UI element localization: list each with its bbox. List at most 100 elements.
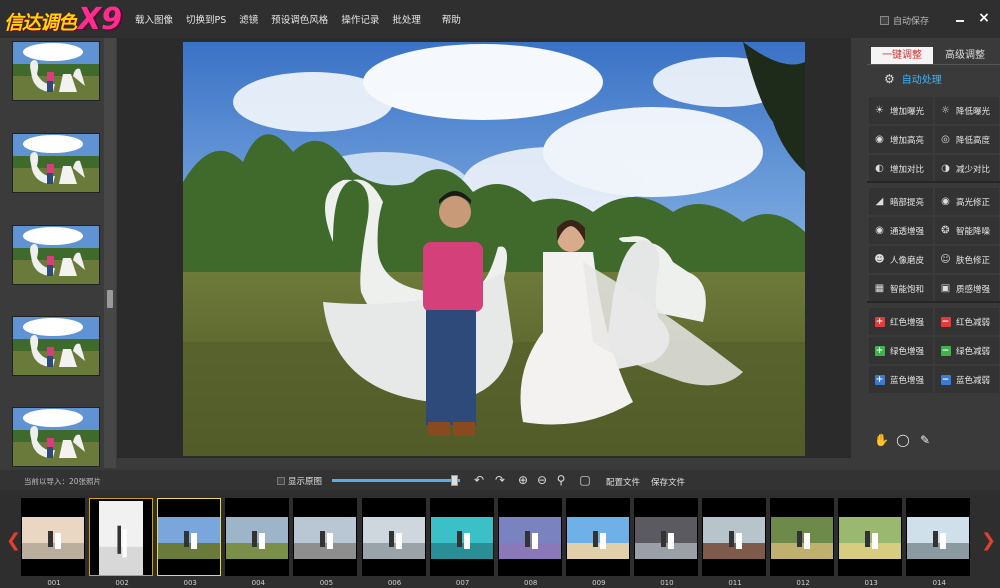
zoom-fit-icon[interactable]: ⚲ [554, 473, 568, 487]
filmstrip-prev-icon[interactable]: ❮ [6, 532, 21, 550]
adjust-button-19[interactable]: + 蓝色增强 [869, 366, 933, 393]
thumbnail-image [13, 408, 99, 466]
left-thumbnail[interactable] [12, 407, 100, 467]
tab-one-click-adjust[interactable]: 一键调整 [871, 47, 933, 64]
plus-icon: + [874, 374, 885, 385]
adjust-button-17[interactable]: + 绿色增强 [869, 337, 933, 364]
menu-load-image[interactable]: 载入图像 [135, 12, 173, 26]
adjust-button-4[interactable]: ◎ 降低高度 [935, 126, 999, 153]
left-thumbnail[interactable] [12, 225, 100, 285]
adjust-button-8[interactable]: ◉ 高光修正 [935, 188, 999, 215]
menu-preset-style[interactable]: 预设调色风格 [271, 12, 328, 26]
hand-icon[interactable]: ✋ [874, 433, 889, 447]
zoom-slider[interactable] [332, 479, 460, 482]
adjust-button-9[interactable]: ◉ 通透增强 [869, 217, 933, 244]
autosave-toggle[interactable]: 自动保存 [880, 14, 929, 27]
autosave-checkbox[interactable] [880, 16, 889, 25]
config-file-button[interactable]: 配置文件 [606, 476, 640, 488]
saturation-icon: ▦ [874, 283, 885, 294]
filmstrip-item[interactable]: 004 [225, 498, 290, 587]
adjust-button-20[interactable]: − 蓝色减弱 [935, 366, 999, 393]
adjust-button-3[interactable]: ◉ 增加高亮 [869, 126, 933, 153]
zoom-slider-knob[interactable] [450, 475, 458, 486]
adjust-button-7[interactable]: ◢ 暗部提亮 [869, 188, 933, 215]
tab-advanced-adjust[interactable]: 高级调整 [934, 47, 996, 64]
adjust-button-14[interactable]: ▣ 质感增强 [935, 275, 999, 302]
redo-icon[interactable]: ↷ [493, 473, 507, 487]
show-original-toggle[interactable]: 显示原图 [277, 475, 322, 487]
skin-icon: ☺ [940, 254, 951, 265]
left-thumbnail[interactable] [12, 133, 100, 193]
left-thumbnail[interactable] [12, 41, 100, 101]
left-scrollbar[interactable] [104, 38, 116, 468]
menu-history[interactable]: 操作记录 [341, 12, 379, 26]
autosave-label: 自动保存 [893, 17, 930, 27]
adjust-button-5[interactable]: ◐ 增加对比 [869, 155, 933, 182]
film-image [771, 517, 834, 559]
filmstrip-item[interactable]: 001 [21, 498, 85, 587]
logo-text: 信达调色 [4, 12, 77, 34]
filmstrip-item[interactable]: 014 [906, 498, 971, 587]
filmstrip-item[interactable]: 008 [497, 498, 562, 587]
menu-batch[interactable]: 批处理 [392, 12, 421, 26]
adjust-button-11[interactable]: ☻ 人像磨皮 [869, 246, 933, 273]
filmstrip-number: 010 [660, 579, 674, 587]
left-scrollbar-thumb[interactable] [107, 290, 113, 308]
undo-icon[interactable]: ↶ [472, 473, 486, 487]
thumbnail-image [13, 42, 99, 100]
adjust-button-13[interactable]: ▦ 智能饱和 [869, 275, 933, 302]
show-original-checkbox[interactable] [277, 477, 285, 485]
filmstrip-number: 002 [115, 579, 129, 587]
adjust-button-15[interactable]: + 红色增强 [869, 308, 933, 335]
zoom-in-icon[interactable]: ⊕ [516, 473, 530, 487]
filmstrip-item[interactable]: 005 [293, 498, 358, 587]
filmstrip-item[interactable]: 013 [838, 498, 903, 587]
adjust-button-6[interactable]: ◑ 减少对比 [935, 155, 999, 182]
adjust-button-label: 增加曝光 [890, 106, 925, 117]
filmstrip-item[interactable]: 002 [89, 498, 154, 587]
adjust-button-label: 绿色减弱 [956, 346, 991, 357]
adjust-button-1[interactable]: ☀ 增加曝光 [869, 97, 933, 124]
adjust-button-16[interactable]: − 红色减弱 [935, 308, 999, 335]
plus-icon: + [874, 316, 885, 327]
filmstrip-thumbnail [294, 517, 357, 559]
auto-process-button[interactable]: ⚙ 自动处理 [884, 71, 942, 87]
filmstrip-number: 006 [387, 579, 402, 587]
compare-icon[interactable]: ▢ [578, 473, 592, 487]
filmstrip-thumbnail [703, 517, 765, 559]
filmstrip-item[interactable]: 007 [429, 498, 494, 587]
filmstrip-item[interactable]: 003 [157, 498, 222, 587]
filmstrip-item[interactable]: 009 [565, 498, 630, 587]
contrast-icon: ◐ [875, 163, 884, 174]
thumbnail-caption-bar [13, 375, 100, 376]
left-thumbnail[interactable] [12, 316, 100, 376]
adjust-button-label: 增加高亮 [890, 135, 925, 146]
brush-icon[interactable]: ✎ [918, 433, 932, 447]
adjust-button-label: 降低高度 [956, 135, 991, 146]
film-image [99, 501, 144, 575]
main-photo[interactable] [183, 42, 805, 456]
minimize-button[interactable] [954, 12, 966, 26]
lasso-icon[interactable]: ◯ [896, 433, 910, 447]
menu-switch-ps[interactable]: 切换到PS [186, 12, 226, 26]
filmstrip-number: 008 [524, 579, 538, 587]
menu-help[interactable]: 帮助 [442, 12, 461, 26]
thumbnail-image [13, 317, 99, 375]
adjust-button-label: 绿色增强 [890, 346, 925, 357]
texture-icon: ▣ [940, 283, 951, 294]
menu-filter[interactable]: 滤镜 [239, 12, 258, 26]
zoom-out-icon[interactable]: ⊖ [535, 473, 549, 487]
adjust-button-18[interactable]: − 绿色减弱 [935, 337, 999, 364]
canvas-scrollbar[interactable] [851, 38, 867, 458]
save-file-button[interactable]: 保存文件 [651, 476, 685, 488]
filmstrip-item[interactable]: 012 [770, 498, 835, 587]
thumbnail-image [13, 134, 99, 192]
adjust-button-10[interactable]: ❂ 智能降噪 [935, 217, 999, 244]
filmstrip-item[interactable]: 010 [633, 498, 698, 587]
close-button[interactable]: × [977, 10, 991, 26]
filmstrip-item[interactable]: 006 [361, 498, 426, 587]
adjust-button-12[interactable]: ☺ 肤色修正 [935, 246, 999, 273]
filmstrip-item[interactable]: 011 [702, 498, 766, 587]
adjust-button-2[interactable]: ☼ 降低曝光 [935, 97, 999, 124]
filmstrip-next-icon[interactable]: ❯ [981, 532, 996, 550]
